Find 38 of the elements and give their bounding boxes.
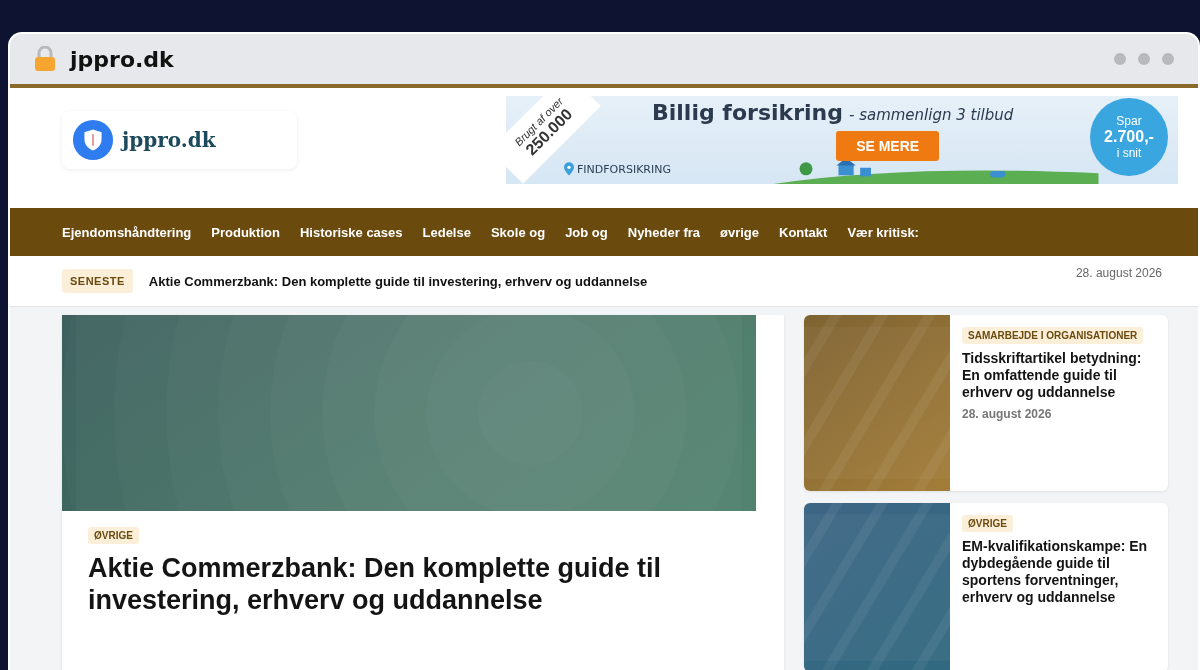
nav-link[interactable]: Skole og [490, 224, 546, 240]
article-date: 28. august 2026 [962, 407, 1053, 421]
category-tag[interactable]: ØVRIGE [962, 515, 1013, 532]
window-dot-icon[interactable] [1114, 53, 1126, 65]
nav-link[interactable]: Nyheder fra [627, 224, 700, 240]
brand-text: FINDFORSIKRING [577, 162, 671, 176]
ad-headline: Billig forsikring [652, 100, 843, 125]
article-title[interactable]: EM-kvalifikationskampe: En dybdegående guide til sportens forventninger, erhverv og uddannelse [962, 538, 1156, 606]
lock-icon [34, 46, 56, 72]
nav-link[interactable]: Job og [565, 224, 608, 240]
featured-card[interactable]: ØVRIGE Aktie Commerzbank: Den komplette guide til investering, erhverv og uddannelse [62, 315, 784, 670]
article-title[interactable]: Tidsskriftartikel betydning: En omfattende guide til erhverv og uddannelse [962, 350, 1156, 401]
nav-link[interactable]: Ledelse [422, 224, 471, 240]
nav-link[interactable]: øvrige [720, 224, 759, 240]
logo-text: jppro.dk [122, 128, 216, 152]
category-tag[interactable]: ØVRIGE [88, 527, 139, 544]
article-card[interactable]: SAMARBEJDE I ORGANISATIONER Tidsskriftartikel betydning: En omfattende guide til erhverv og uddannelse 28. august 2026 [804, 315, 1168, 491]
article-title[interactable]: Aktie Commerzbank: Den komplette guide til investering, erhverv og uddannelse [88, 552, 758, 616]
window-dot-icon[interactable] [1162, 53, 1174, 65]
nav-link[interactable]: Produktion [211, 224, 280, 240]
nav-link[interactable]: Vær kritisk: [847, 224, 919, 240]
article-card[interactable]: ØVRIGE EM-kvalifikationskampe: En dybdegående guide til sportens forventninger, erhverv og uddannelse [804, 503, 1168, 670]
latest-label: SENESTE [62, 269, 133, 293]
address-text: jppro.dk [70, 46, 174, 72]
badge-text: i snit [1116, 146, 1142, 160]
category-tag[interactable]: SAMARBEJDE I ORGANISATIONER [962, 327, 1144, 344]
ad-subline: - sammenlign 3 tilbud [848, 106, 1014, 124]
ticker-date: 28. august 2026 [1075, 266, 1162, 280]
badge-text: Spar [1116, 114, 1142, 128]
badge-amount: 2.700,- [1104, 128, 1154, 146]
window-dot-icon[interactable] [1138, 53, 1150, 65]
nav-link[interactable]: Ejendomshåndtering [62, 224, 192, 240]
nav-link[interactable]: Historiske cases [299, 224, 403, 240]
pin-icon [564, 162, 574, 176]
nav-link[interactable]: Kontakt [779, 224, 828, 240]
shield-icon [72, 119, 114, 161]
ticker-headline[interactable]: Aktie Commerzbank: Den komplette guide til investering, erhverv og uddannelse [148, 273, 648, 289]
logo-card[interactable]: jppro.dk [62, 111, 297, 169]
